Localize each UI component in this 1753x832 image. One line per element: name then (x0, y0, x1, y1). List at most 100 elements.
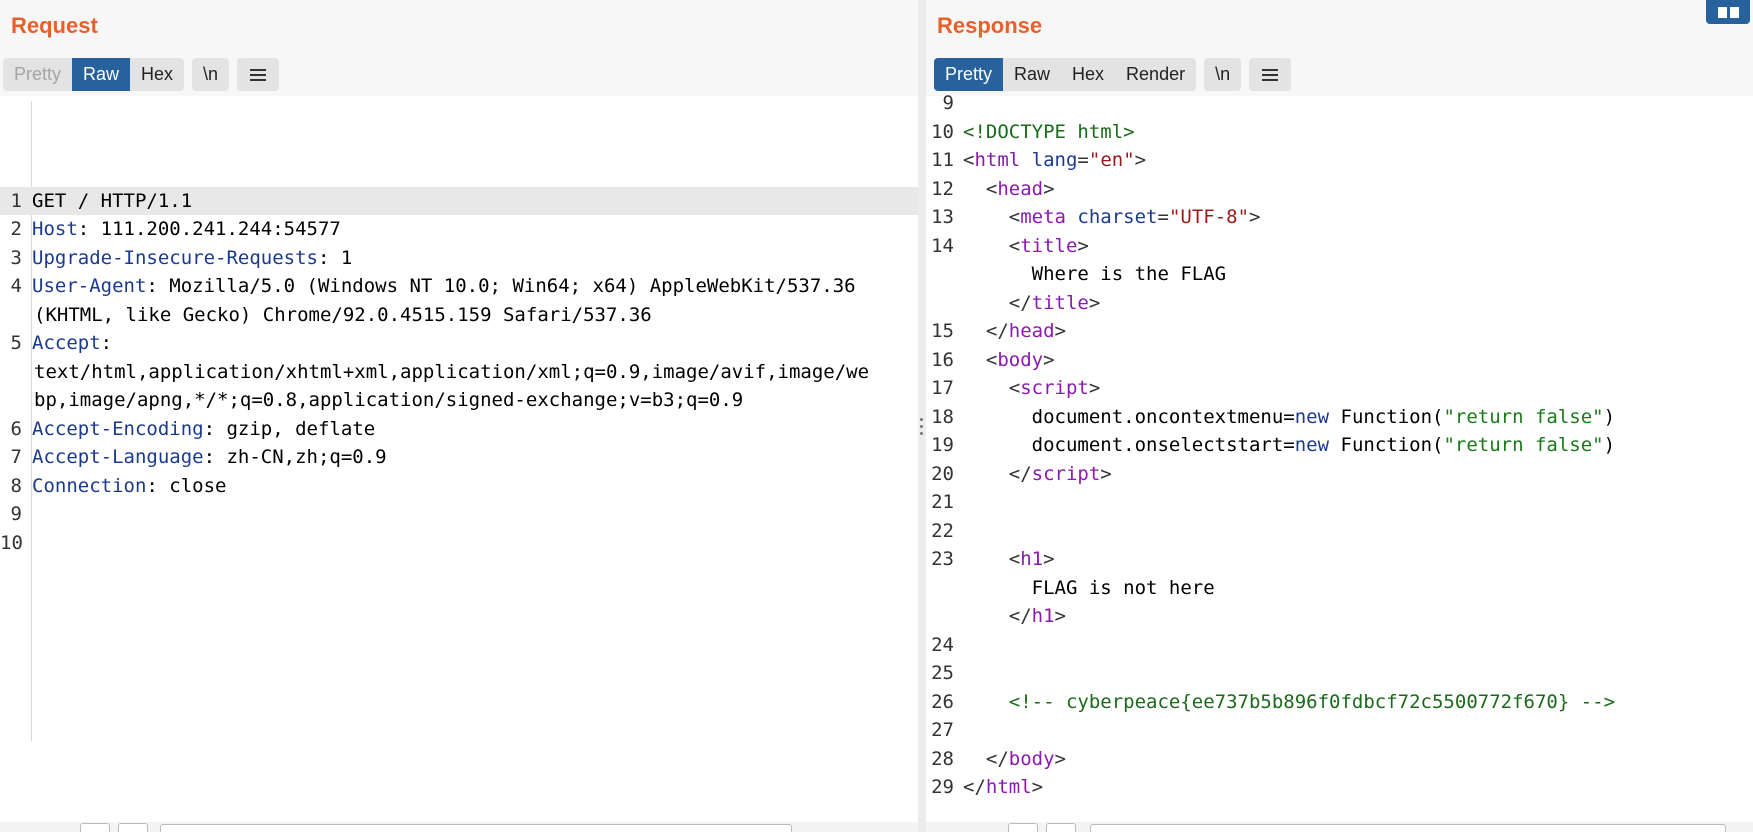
code-token: FLAG is not here (963, 576, 1215, 599)
code-token: > (1088, 377, 1101, 399)
response-line: 18 document.oncontextmenu=new Function("… (926, 403, 1753, 432)
line-content: Upgrade-Insecure-Requests: 1 (24, 244, 352, 273)
response-line: </h1> (926, 602, 1753, 631)
line-content: Accept: (24, 329, 112, 358)
response-header: Response Pretty Raw Hex Render \n (926, 0, 1753, 96)
code-token: </ (963, 776, 986, 798)
code-token: > (1088, 291, 1101, 314)
line-number (926, 289, 958, 318)
tab-render[interactable]: Render (1115, 58, 1196, 91)
response-line: 17 <script> (926, 374, 1753, 403)
line-content (958, 631, 963, 660)
response-line: 20 </script> (926, 460, 1753, 489)
line-number (926, 602, 958, 631)
code-token: = (1077, 149, 1089, 171)
header-value: : close (146, 474, 227, 497)
code-token: head (997, 177, 1044, 200)
code-token: > (1043, 548, 1055, 570)
request-editor[interactable]: 1 GET / HTTP/1.1 2 Host: 111.200.241.244:54… (0, 101, 918, 741)
line-content: (KHTML, like Gecko) Chrome/92.0.4515.159… (34, 303, 652, 326)
tab-raw[interactable]: Raw (72, 58, 131, 91)
code-token: > (1054, 747, 1066, 770)
code-token: h1 (1020, 548, 1044, 570)
request-next-match-button[interactable] (118, 823, 148, 832)
line-number: 15 (931, 320, 954, 342)
line-content: <script> (958, 374, 1101, 403)
line-number: 9 (942, 92, 954, 114)
request-newline-toggle[interactable]: \n (192, 58, 230, 91)
code-token: title (1031, 291, 1089, 314)
response-line: 23 <h1> (926, 545, 1753, 574)
splitter-handle-icon (920, 418, 924, 439)
line-content: <head> (958, 175, 1055, 204)
response-line: Where is the FLAG (926, 260, 1753, 289)
response-menu-button[interactable] (1249, 58, 1292, 91)
line-number: 28 (931, 747, 954, 770)
line-content: Where is the FLAG (958, 260, 1226, 289)
code-token: "return false" (1443, 434, 1604, 456)
response-line: 25 (926, 659, 1753, 688)
hamburger-menu-icon (250, 68, 267, 81)
line-number: 24 (931, 633, 954, 656)
code-token: < (963, 206, 1021, 228)
code-token: html (985, 776, 1032, 798)
tab-pretty[interactable]: Pretty (934, 58, 1004, 91)
response-prev-match-button[interactable] (1008, 823, 1038, 832)
code-token: < (963, 548, 1021, 570)
request-line-continuation: (KHTML, like Gecko) Chrome/92.0.4515.159… (0, 301, 918, 330)
tab-hex[interactable]: Hex (1061, 58, 1115, 91)
request-search-input[interactable] (160, 824, 792, 832)
pane-splitter[interactable] (918, 0, 926, 832)
request-tabbar: Pretty Raw Hex \n (3, 58, 280, 91)
line-number: 20 (931, 462, 954, 485)
tab-hex[interactable]: Hex (130, 58, 184, 91)
line-number: 9 (10, 503, 22, 525)
line-number: 23 (931, 548, 954, 570)
line-content: <title> (958, 232, 1089, 261)
line-content: <html lang="en"> (958, 146, 1146, 175)
request-line: 5 Accept: (0, 329, 918, 358)
response-newline-toggle[interactable]: \n (1204, 58, 1242, 91)
header-value: GET / HTTP/1.1 (32, 189, 193, 212)
code-token: > (1100, 462, 1112, 485)
response-line: 26 <!-- cyberpeace{ee737b5b896f0fdbcf72c… (926, 688, 1753, 717)
line-number: 18 (931, 405, 954, 428)
header-name: Accept-Language (32, 446, 204, 468)
response-line: 12 <head> (926, 175, 1753, 204)
response-line: 29 </html> (926, 773, 1753, 802)
code-token: new (1294, 405, 1330, 428)
response-line: 11 <html lang="en"> (926, 146, 1753, 175)
line-number: 12 (931, 177, 954, 200)
header-name: Connection (32, 474, 147, 497)
tab-pretty[interactable]: Pretty (3, 58, 72, 91)
line-content: <!DOCTYPE html> (958, 118, 1135, 147)
line-number: 2 (10, 218, 22, 240)
split-view-icon[interactable] (1706, 0, 1750, 24)
line-content: </body> (958, 745, 1066, 774)
request-line: 6 Accept-Encoding: gzip, deflate (0, 415, 918, 444)
code-token: > (1077, 234, 1089, 257)
tab-raw[interactable]: Raw (1003, 58, 1061, 91)
code-token: body (1008, 747, 1055, 770)
code-token: <!-- cyberpeace{ee737b5b896f0fdbcf72c550… (963, 690, 1616, 713)
response-next-match-button[interactable] (1046, 823, 1076, 832)
code-token: </ (963, 747, 1009, 770)
response-line: 21 (926, 488, 1753, 517)
code-token: > (1043, 348, 1055, 371)
line-content: </script> (958, 460, 1112, 489)
response-search-input[interactable] (1090, 824, 1726, 832)
code-token: "UTF-8" (1168, 206, 1250, 228)
code-token: > (1249, 206, 1261, 228)
code-token: ) (1603, 434, 1616, 456)
request-prev-match-button[interactable] (80, 823, 110, 832)
request-menu-button[interactable] (237, 58, 280, 91)
code-token: ) (1603, 405, 1616, 428)
response-line: 10 <!DOCTYPE html> (926, 118, 1753, 147)
code-token: "return false" (1443, 405, 1604, 428)
code-token: Function( (1329, 405, 1444, 428)
code-token: = (1157, 206, 1169, 228)
line-content (24, 529, 32, 558)
line-content: <meta charset="UTF-8"> (958, 203, 1261, 232)
line-number: 13 (931, 206, 954, 228)
response-editor[interactable]: 9 10 <!DOCTYPE html> 11 <html lang="en"> 12 <… (926, 89, 1753, 802)
